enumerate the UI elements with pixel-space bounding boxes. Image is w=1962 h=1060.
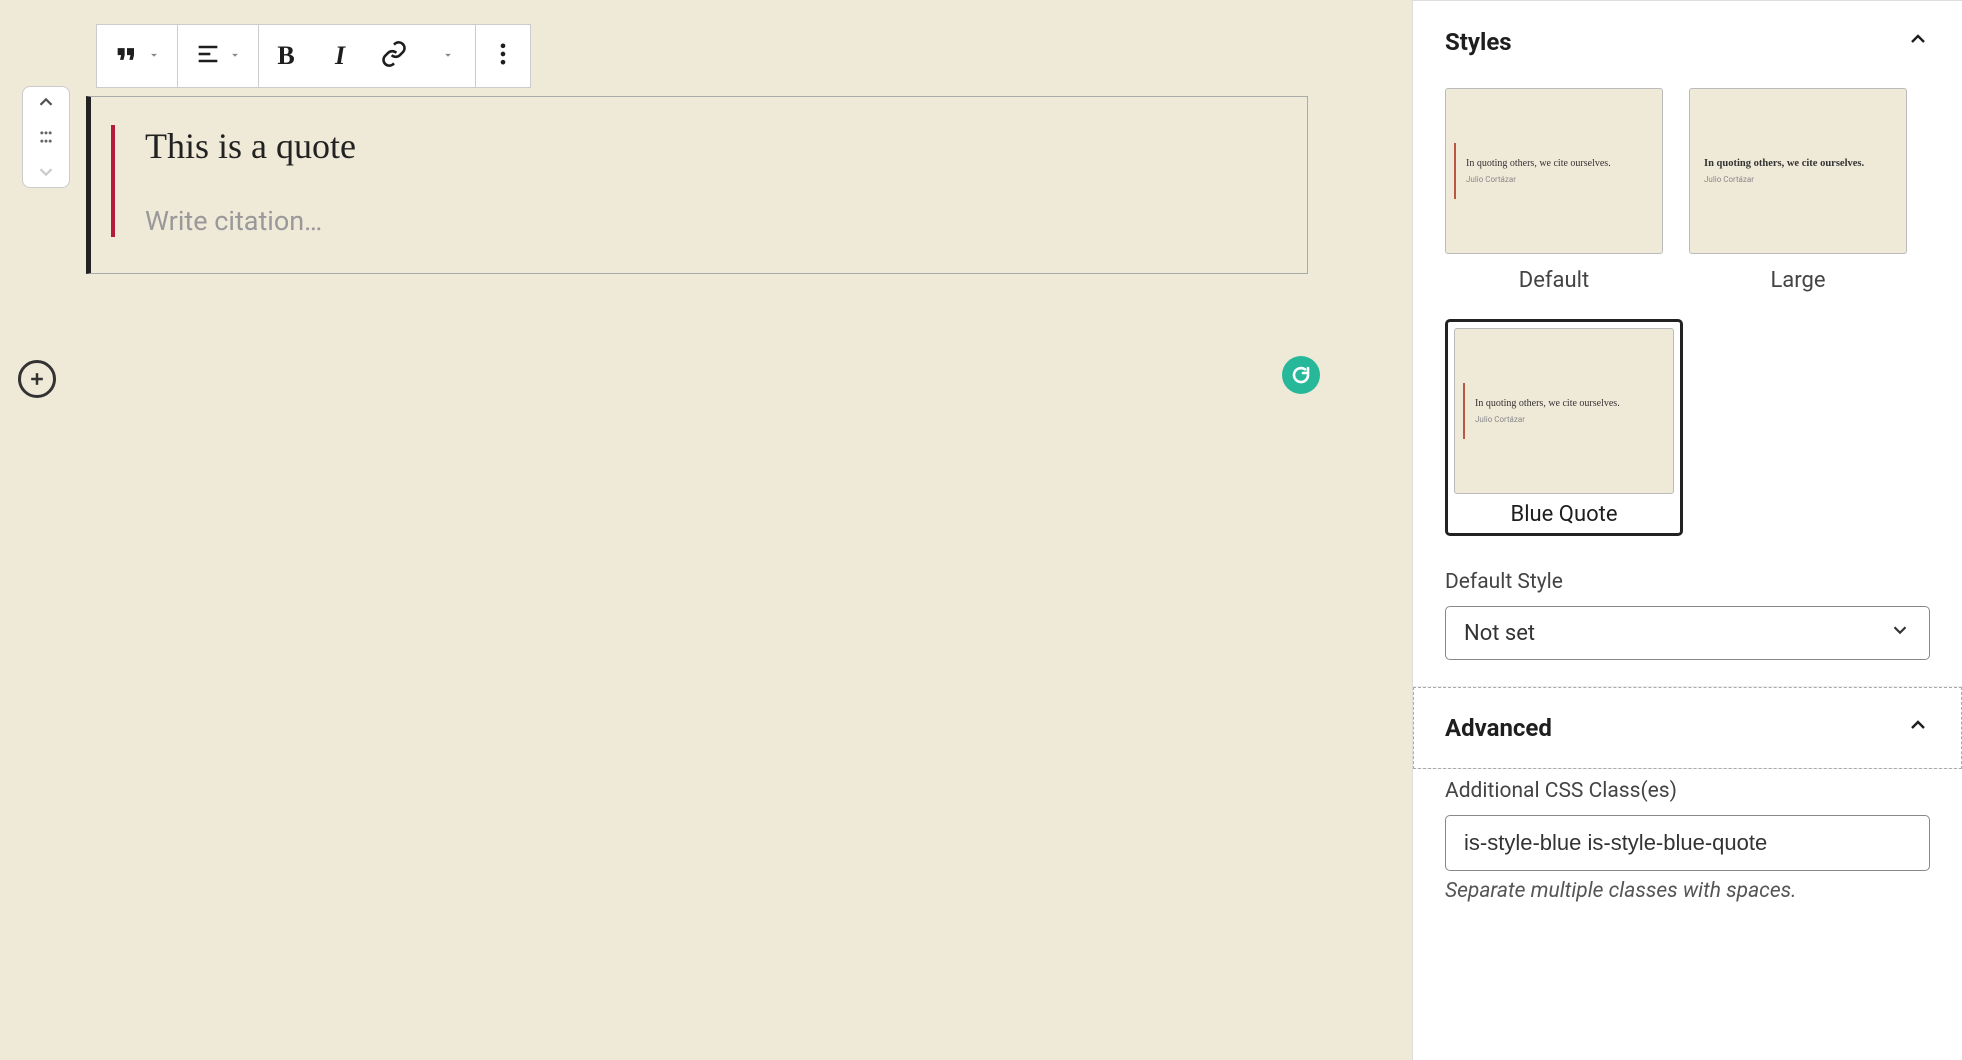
style-label: Blue Quote — [1454, 502, 1674, 527]
more-rich-text-button[interactable] — [421, 25, 475, 87]
add-block-button[interactable] — [18, 360, 56, 398]
align-left-icon — [194, 40, 222, 72]
drag-handle[interactable] — [24, 119, 68, 155]
styles-panel-toggle[interactable]: Styles — [1413, 1, 1962, 82]
more-options-button[interactable] — [476, 25, 530, 87]
additional-css-field: Additional CSS Class(es) Separate multip… — [1413, 769, 1962, 929]
quote-citation-input[interactable] — [145, 205, 1271, 237]
more-vertical-icon — [489, 40, 517, 72]
block-type-button[interactable] — [97, 25, 177, 87]
link-button[interactable] — [367, 25, 421, 87]
styles-grid: In quoting others, we cite ourselves. Ju… — [1413, 82, 1962, 560]
chevron-down-icon — [441, 47, 455, 66]
chevron-down-icon — [228, 47, 242, 66]
panel-title: Styles — [1445, 28, 1512, 56]
style-option-default[interactable]: In quoting others, we cite ourselves. Ju… — [1445, 88, 1663, 293]
default-style-field: Default Style Not set — [1413, 560, 1962, 686]
block-toolbar: B I — [96, 24, 531, 88]
chevron-up-icon — [1906, 27, 1930, 56]
additional-css-help: Separate multiple classes with spaces. — [1445, 879, 1930, 903]
italic-label: I — [335, 41, 345, 71]
style-option-blue-quote[interactable]: In quoting others, we cite ourselves. Ju… — [1445, 319, 1683, 536]
move-up-button[interactable] — [24, 87, 68, 119]
grammarly-button[interactable] — [1282, 356, 1320, 394]
move-down-button[interactable] — [24, 155, 68, 187]
style-option-large[interactable]: In quoting others, we cite ourselves. Ju… — [1689, 88, 1907, 293]
advanced-panel-toggle[interactable]: Advanced — [1413, 687, 1962, 768]
panel-title: Advanced — [1445, 714, 1552, 742]
additional-css-input[interactable] — [1445, 815, 1930, 871]
style-label: Default — [1445, 268, 1663, 293]
quote-icon — [113, 40, 141, 72]
default-style-label: Default Style — [1445, 570, 1930, 594]
additional-css-label: Additional CSS Class(es) — [1445, 779, 1930, 803]
styles-panel: Styles In quoting others, we cite oursel… — [1413, 1, 1962, 687]
align-button[interactable] — [178, 25, 258, 87]
style-label: Large — [1689, 268, 1907, 293]
select-value: Not set — [1464, 621, 1535, 646]
editor-canvas: B I — [0, 0, 1412, 1060]
bold-button[interactable]: B — [259, 25, 313, 87]
chevron-down-icon — [147, 47, 161, 66]
quote-text-input[interactable]: This is a quote — [145, 125, 1271, 167]
block-mover — [22, 86, 70, 188]
chevron-up-icon — [1906, 713, 1930, 742]
default-style-select[interactable]: Not set — [1445, 606, 1930, 660]
chevron-down-icon — [1889, 619, 1911, 647]
italic-button[interactable]: I — [313, 25, 367, 87]
link-icon — [380, 40, 408, 72]
quote-block[interactable]: This is a quote — [86, 96, 1308, 274]
advanced-panel: Advanced — [1413, 687, 1962, 769]
bold-label: B — [277, 41, 294, 71]
settings-sidebar: Styles In quoting others, we cite oursel… — [1412, 0, 1962, 1060]
